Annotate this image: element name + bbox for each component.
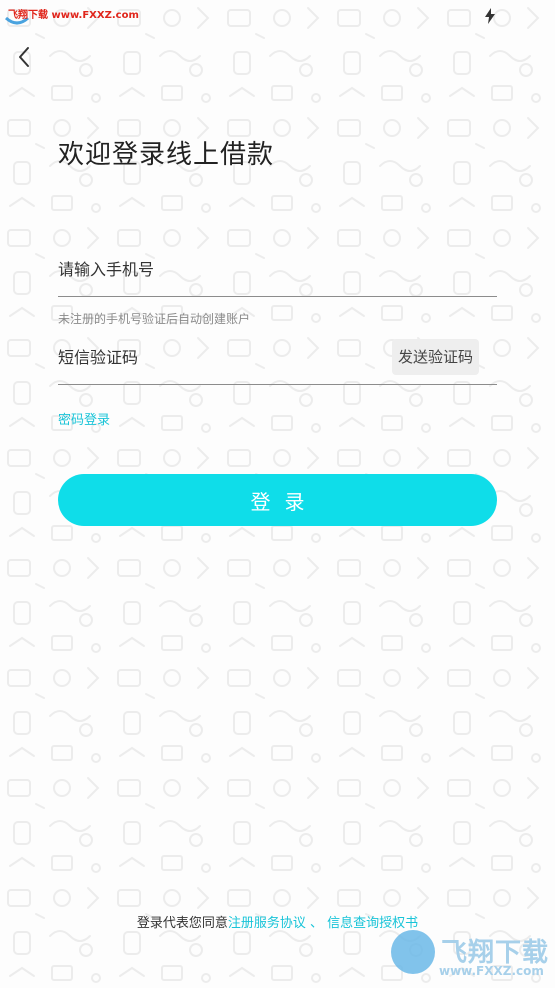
login-button[interactable]: 登录 — [58, 474, 497, 526]
watermark-top-text: 飞翔下载 www.FXXZ.com — [8, 10, 139, 21]
watermark-logo-circle — [391, 930, 435, 974]
agreement-separator: 、 — [310, 916, 324, 931]
flash-icon — [485, 8, 495, 24]
agreement-prefix: 登录代表您同意 — [136, 916, 228, 931]
send-code-button[interactable]: 发送验证码 — [391, 339, 479, 375]
page-title: 欢迎登录线上借款 — [58, 140, 275, 170]
sms-code-input[interactable] — [58, 340, 358, 374]
phone-input[interactable] — [58, 252, 497, 286]
back-button[interactable] — [12, 44, 38, 70]
watermark-url: www.FXXZ.com — [439, 964, 544, 978]
phone-field — [58, 244, 497, 297]
login-screen: 飞翔下载 www.FXXZ.com 欢迎登录线上借款 未注册的手机号验证后自动创… — [0, 0, 555, 988]
service-agreement-link[interactable]: 注册服务协议 — [228, 916, 306, 931]
watermark-bottom: 飞翔下载 www.FXXZ.com — [385, 920, 555, 986]
chevron-left-icon — [19, 47, 29, 67]
sms-code-field: 发送验证码 — [58, 332, 497, 385]
password-login-link[interactable]: 密码登录 — [58, 409, 110, 428]
watermark-top: 飞翔下载 www.FXXZ.com — [0, 0, 140, 30]
register-hint: 未注册的手机号验证后自动创建账户 — [58, 312, 251, 326]
